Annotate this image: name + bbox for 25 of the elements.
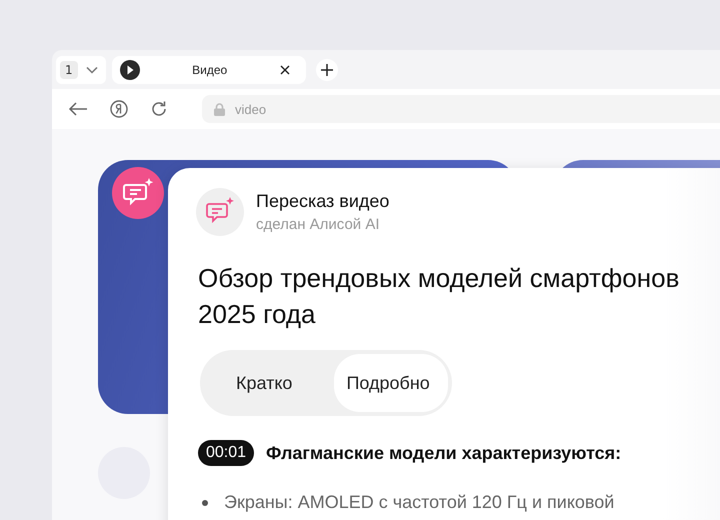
lock-icon	[214, 102, 225, 116]
chat-sparkle-icon	[112, 167, 164, 219]
section-heading: Флагманские модели характеризуются:	[266, 442, 622, 464]
plus-icon	[320, 64, 333, 76]
summary-title: Пересказ видео	[256, 191, 390, 212]
browser-tab[interactable]: Видео	[112, 56, 306, 84]
tab-counter-button[interactable]: 1	[56, 56, 106, 84]
new-tab-button[interactable]	[316, 59, 338, 81]
play-icon	[120, 60, 140, 80]
summary-subtitle: сделан Алисой AI	[256, 216, 381, 233]
mode-tab[interactable]: Подробно	[334, 354, 448, 412]
chevron-down-icon	[86, 66, 98, 74]
reload-icon[interactable]	[150, 100, 168, 118]
tab-title: Видео	[191, 63, 228, 77]
timestamp-badge[interactable]: 00:01	[198, 440, 254, 466]
mode-tab[interactable]: Кратко	[204, 354, 314, 412]
address-text: video	[235, 102, 266, 116]
chat-sparkle-icon	[196, 188, 244, 236]
back-arrow-icon[interactable]	[68, 102, 88, 116]
video-heading: Обзор трендовых моделей смартфонов 2025 года	[198, 262, 680, 331]
bullet-text: Экраны: AMOLED с частотой 120 Гц и пиковой	[224, 492, 614, 513]
yandex-logo-icon[interactable]	[110, 100, 128, 118]
bullet-icon	[202, 500, 208, 506]
tab-count: 1	[60, 61, 78, 79]
close-icon[interactable]	[280, 65, 290, 75]
